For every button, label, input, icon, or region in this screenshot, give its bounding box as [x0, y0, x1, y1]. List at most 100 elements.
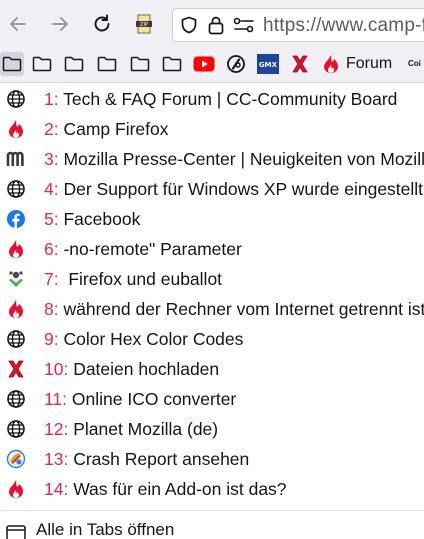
navigation-toolbar: ZIP https://www.camp-firefox.de/forum/ — [0, 0, 424, 47]
menu-item-number: 2: — [44, 119, 59, 139]
menu-item-label: 2: Camp Firefox — [44, 119, 169, 140]
arrow-right-icon — [52, 17, 68, 31]
menu-item-number: 12: — [44, 419, 69, 439]
globe-icon — [6, 389, 26, 409]
menu-item-number: 9: — [44, 329, 59, 349]
menu-item-title: Mozilla Presse-Center | Neuigkeiten von … — [58, 149, 424, 169]
reload-icon — [94, 14, 110, 32]
menu-item-6[interactable]: 6: -no-remote" Parameter — [0, 233, 424, 263]
menu-item-label: 11: Online ICO converter — [44, 389, 236, 410]
bookmark-folder-6[interactable] — [160, 52, 184, 76]
facebook-icon — [6, 209, 26, 229]
menu-item-8[interactable]: 8: während der Rechner vom Internet getr… — [0, 293, 424, 323]
menu-item-number: 10: — [44, 359, 69, 379]
menu-item-14[interactable]: 14: Was für ein Add-on ist das? — [0, 473, 424, 503]
globe-icon — [6, 179, 26, 199]
bookmark-circle-site[interactable] — [224, 52, 248, 76]
menu-item-title: Dateien hochladen — [68, 359, 220, 379]
bookmark-forum[interactable]: Forum — [322, 52, 402, 76]
url-bar[interactable]: https://www.camp-firefox.de/forum/ — [172, 8, 424, 42]
menu-item-number: 7: — [44, 269, 59, 289]
bookmark-folder-1[interactable] — [0, 52, 24, 76]
menu-item-number: 11: — [44, 389, 68, 409]
bookmark-youtube[interactable] — [192, 52, 216, 76]
menu-item-number: 1: — [44, 89, 59, 109]
menu-item-title: Was für ein Add-on ist das? — [68, 479, 287, 499]
folder-icon — [2, 56, 22, 72]
mozilla-m-icon — [6, 149, 26, 169]
reload-button[interactable] — [88, 10, 116, 38]
svg-text:GMX: GMX — [259, 61, 278, 69]
menu-item-number: 8: — [44, 299, 59, 319]
folder-icon — [97, 56, 117, 72]
x-icon — [6, 359, 26, 379]
menu-item-title: Color Hex Color Codes — [58, 329, 244, 349]
menu-item-title: Online ICO converter — [67, 389, 237, 409]
zip-extension-button[interactable]: ZIP — [130, 10, 158, 38]
menu-item-label: 10: Dateien hochladen — [44, 359, 219, 380]
open-all-in-tabs-item[interactable]: Alle in Tabs öffnen — [0, 519, 424, 539]
bookmark-gmx[interactable]: GMX — [256, 52, 280, 76]
menu-item-4[interactable]: 4: Der Support für Windows XP wurde eing… — [0, 173, 424, 203]
gmx-icon: GMX — [257, 54, 279, 74]
flame-icon — [6, 299, 26, 319]
menu-item-number: 5: — [44, 209, 59, 229]
menu-item-3[interactable]: 3: Mozilla Presse-Center | Neuigkeiten v… — [0, 143, 424, 173]
menu-item-title: -no-remote" Parameter — [58, 239, 242, 259]
folder-icon — [130, 56, 150, 72]
bookmark-cot[interactable]: Coi — [408, 52, 424, 76]
slash-circle-icon — [227, 55, 245, 73]
flame-icon — [324, 55, 338, 73]
bookmark-folder-5[interactable] — [128, 52, 152, 76]
menu-item-label: 6: -no-remote" Parameter — [44, 239, 242, 260]
menu-item-title: Camp Firefox — [58, 119, 169, 139]
menu-item-label: 9: Color Hex Color Codes — [44, 329, 243, 350]
url-text: https://www.camp-firefox.de/forum/ — [263, 15, 424, 36]
menu-item-2[interactable]: 2: Camp Firefox — [0, 113, 424, 143]
permissions-icon — [233, 17, 254, 33]
menu-item-title: Firefox und euballot — [58, 269, 223, 289]
menu-item-12[interactable]: 12: Planet Mozilla (de) — [0, 413, 424, 443]
zip-archive-icon: ZIP — [136, 14, 152, 34]
menu-item-number: 6: — [44, 239, 59, 259]
menu-item-1[interactable]: 1: Tech & FAQ Forum | CC-Community Board — [0, 83, 424, 113]
menu-item-13[interactable]: 13: Crash Report ansehen — [0, 443, 424, 473]
menu-item-number: 4: — [44, 179, 59, 199]
folder-icon — [162, 56, 182, 72]
menu-item-number: 14: — [44, 479, 69, 499]
red-x-icon — [292, 55, 308, 73]
tracking-protection-shield-icon — [181, 16, 197, 34]
menu-item-7[interactable]: 7: Firefox und euballot — [0, 263, 424, 293]
menu-item-5[interactable]: 5: Facebook — [0, 203, 424, 233]
menu-item-label: 1: Tech & FAQ Forum | CC-Community Board — [44, 89, 397, 110]
menu-item-label: 13: Crash Report ansehen — [44, 449, 249, 470]
menu-item-title: Planet Mozilla (de) — [68, 419, 219, 439]
menu-item-title: während der Rechner vom Internet getrenn… — [58, 299, 424, 319]
euballot-icon — [6, 269, 26, 289]
forward-button[interactable] — [46, 10, 74, 38]
menu-item-title: Der Support für Windows XP wurde eingest… — [58, 179, 424, 199]
globe-icon — [6, 89, 26, 109]
bookmark-folder-3[interactable] — [62, 52, 86, 76]
menu-item-9[interactable]: 9: Color Hex Color Codes — [0, 323, 424, 353]
youtube-icon — [193, 56, 215, 72]
back-button[interactable] — [4, 10, 32, 38]
bookmark-folder-4[interactable] — [95, 52, 119, 76]
bookmark-x-site[interactable] — [288, 52, 312, 76]
globe-icon — [6, 419, 26, 439]
bookmarks-toolbar: GMX Forum Coi — [0, 47, 424, 83]
flame-icon — [6, 119, 26, 139]
flame-icon — [6, 479, 26, 499]
menu-item-label: 12: Planet Mozilla (de) — [44, 419, 218, 440]
menu-item-label: 3: Mozilla Presse-Center | Neuigkeiten v… — [44, 149, 424, 170]
bookmark-forum-label: Forum — [346, 55, 393, 72]
crash-report-icon — [6, 449, 26, 469]
menu-item-label: 5: Facebook — [44, 209, 140, 230]
menu-item-label: 7: Firefox und euballot — [44, 269, 222, 290]
menu-item-title: Crash Report ansehen — [68, 449, 250, 469]
bookmark-folder-2[interactable] — [30, 52, 54, 76]
folder-icon — [32, 56, 52, 72]
menu-item-11[interactable]: 11: Online ICO converter — [0, 383, 424, 413]
menu-item-10[interactable]: 10: Dateien hochladen — [0, 353, 424, 383]
menu-item-title: Facebook — [58, 209, 141, 229]
